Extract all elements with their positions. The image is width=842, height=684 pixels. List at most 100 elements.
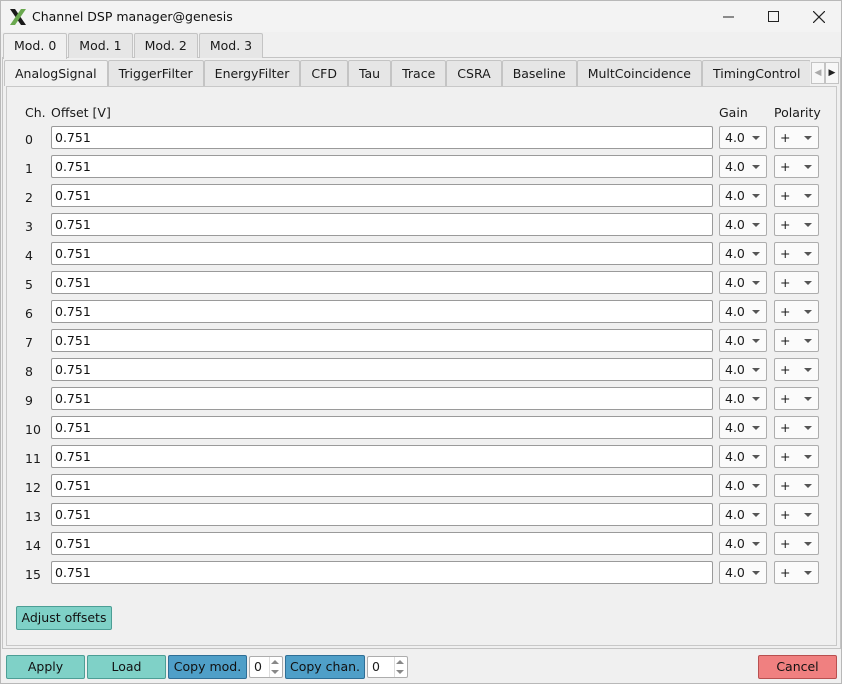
polarity-dropdown[interactable]: +	[774, 561, 819, 584]
polarity-dropdown[interactable]: +	[774, 416, 819, 439]
channel-row: 2 4.0 +	[1, 184, 842, 213]
offset-input[interactable]	[51, 126, 713, 149]
polarity-value: +	[780, 217, 791, 232]
offset-input[interactable]	[51, 242, 713, 265]
tab-baseline[interactable]: Baseline	[501, 60, 577, 86]
channel-row: 10 4.0 +	[1, 416, 842, 445]
channel-row: 11 4.0 +	[1, 445, 842, 474]
spin-down-icon[interactable]	[271, 670, 279, 674]
offset-input[interactable]	[51, 300, 713, 323]
offset-input[interactable]	[51, 445, 713, 468]
tab-mod-1[interactable]: Mod. 1	[68, 33, 133, 58]
tab-trace[interactable]: Trace	[391, 60, 447, 86]
polarity-dropdown[interactable]: +	[774, 242, 819, 265]
gain-value: 4.0	[725, 536, 745, 551]
tab-mod-2[interactable]: Mod. 2	[133, 33, 198, 58]
gain-dropdown[interactable]: 4.0	[719, 126, 767, 149]
polarity-dropdown[interactable]: +	[774, 155, 819, 178]
gain-dropdown[interactable]: 4.0	[719, 532, 767, 555]
polarity-dropdown[interactable]: +	[774, 184, 819, 207]
polarity-dropdown[interactable]: +	[774, 387, 819, 410]
tab-mult-coincidence[interactable]: MultCoincidence	[576, 60, 702, 86]
polarity-dropdown[interactable]: +	[774, 213, 819, 236]
minimize-button[interactable]	[705, 1, 751, 32]
tab-scroll-left-button[interactable]: ◀	[811, 62, 825, 84]
spin-up-icon[interactable]	[396, 660, 404, 664]
gain-dropdown[interactable]: 4.0	[719, 300, 767, 323]
offset-input[interactable]	[51, 532, 713, 555]
tab-tau[interactable]: Tau	[347, 60, 392, 86]
offset-input[interactable]	[51, 358, 713, 381]
tab-analog-signal[interactable]: AnalogSignal	[4, 60, 108, 86]
tab-trigger-filter[interactable]: TriggerFilter	[107, 60, 204, 86]
gain-dropdown[interactable]: 4.0	[719, 213, 767, 236]
polarity-dropdown[interactable]: +	[774, 445, 819, 468]
gain-dropdown[interactable]: 4.0	[719, 271, 767, 294]
gain-dropdown[interactable]: 4.0	[719, 358, 767, 381]
gain-dropdown[interactable]: 4.0	[719, 503, 767, 526]
gain-dropdown[interactable]: 4.0	[719, 184, 767, 207]
gain-value: 4.0	[725, 217, 745, 232]
gain-dropdown[interactable]: 4.0	[719, 329, 767, 352]
tab-timing-control[interactable]: TimingControl	[702, 60, 810, 86]
gain-dropdown[interactable]: 4.0	[719, 416, 767, 439]
offset-input[interactable]	[51, 213, 713, 236]
gain-dropdown[interactable]: 4.0	[719, 155, 767, 178]
spin-up-icon[interactable]	[271, 660, 279, 664]
offset-input[interactable]	[51, 329, 713, 352]
offset-input[interactable]	[51, 155, 713, 178]
cancel-button[interactable]: Cancel	[758, 655, 837, 679]
offset-input[interactable]	[51, 561, 713, 584]
copy-mod-button[interactable]: Copy mod.	[168, 655, 247, 679]
channel-row: 15 4.0 +	[1, 561, 842, 590]
polarity-dropdown[interactable]: +	[774, 126, 819, 149]
maximize-button[interactable]	[750, 1, 796, 32]
gain-dropdown[interactable]: 4.0	[719, 387, 767, 410]
tab-scroll-right-button[interactable]: ▶	[825, 62, 839, 84]
copy-mod-spinbox[interactable]: 0	[249, 656, 283, 678]
chevron-down-icon	[752, 252, 760, 256]
tab-energy-filter[interactable]: EnergyFilter	[203, 60, 301, 86]
offset-input[interactable]	[51, 387, 713, 410]
copy-chan-spinbox[interactable]: 0	[367, 656, 408, 678]
gain-value: 4.0	[725, 275, 745, 290]
gain-dropdown[interactable]: 4.0	[719, 474, 767, 497]
close-button[interactable]	[796, 1, 842, 32]
apply-button[interactable]: Apply	[6, 655, 85, 679]
gain-dropdown[interactable]: 4.0	[719, 242, 767, 265]
chevron-down-icon	[804, 542, 812, 546]
tab-cfd[interactable]: CFD	[300, 60, 348, 86]
offset-input[interactable]	[51, 474, 713, 497]
chevron-down-icon	[804, 310, 812, 314]
copy-chan-button[interactable]: Copy chan.	[285, 655, 365, 679]
x-app-icon	[10, 9, 26, 25]
polarity-dropdown[interactable]: +	[774, 474, 819, 497]
polarity-dropdown[interactable]: +	[774, 271, 819, 294]
tab-mod-3[interactable]: Mod. 3	[198, 33, 264, 58]
channel-number: 4	[25, 248, 33, 263]
polarity-dropdown[interactable]: +	[774, 358, 819, 381]
polarity-dropdown[interactable]: +	[774, 329, 819, 352]
tab-csra[interactable]: CSRA	[446, 60, 502, 86]
channel-number: 7	[25, 335, 33, 350]
polarity-value: +	[780, 507, 791, 522]
channel-row: 4 4.0 +	[1, 242, 842, 271]
offset-input[interactable]	[51, 416, 713, 439]
gain-dropdown[interactable]: 4.0	[719, 445, 767, 468]
gain-value: 4.0	[725, 246, 745, 261]
load-button[interactable]: Load	[87, 655, 166, 679]
offset-input[interactable]	[51, 503, 713, 526]
gain-dropdown[interactable]: 4.0	[719, 561, 767, 584]
spin-down-icon[interactable]	[396, 670, 404, 674]
polarity-dropdown[interactable]: +	[774, 532, 819, 555]
tab-mod-0[interactable]: Mod. 0	[3, 33, 68, 59]
polarity-value: +	[780, 159, 791, 174]
offset-input[interactable]	[51, 271, 713, 294]
channel-row: 9 4.0 +	[1, 387, 842, 416]
adjust-offsets-button[interactable]: Adjust offsets	[16, 606, 112, 630]
header-polarity: Polarity	[774, 105, 821, 120]
offset-input[interactable]	[51, 184, 713, 207]
polarity-dropdown[interactable]: +	[774, 503, 819, 526]
polarity-dropdown[interactable]: +	[774, 300, 819, 323]
gain-value: 4.0	[725, 420, 745, 435]
